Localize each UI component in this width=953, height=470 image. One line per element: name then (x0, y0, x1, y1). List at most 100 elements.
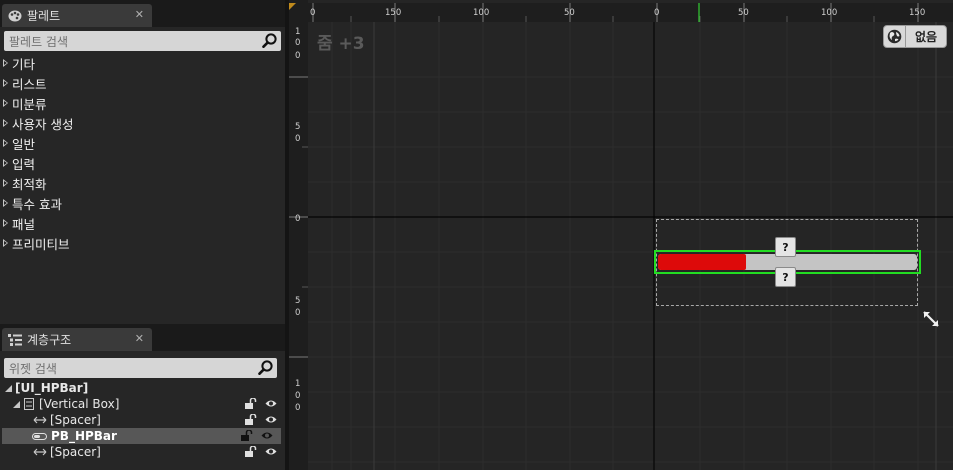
visibility-eye-icon[interactable] (265, 398, 277, 409)
progress-bar-fill (658, 254, 747, 270)
ruler-tick-label: 0 (310, 8, 315, 18)
ruler-tick-label: 50 (738, 8, 749, 18)
designer-viewport[interactable]: 0 150 100 50 0 50 100 150 1 0 0 5 0 0 5 … (289, 0, 953, 470)
ruler-tick-label: 1 (295, 27, 300, 37)
palette-tab[interactable]: 팔레트 ✕ (2, 4, 152, 27)
palette-category-label: 최적화 (12, 176, 47, 192)
zoom-level-label: 줌 +3 (317, 34, 365, 54)
dpi-scale-label: 없음 (914, 30, 938, 44)
tree-row-label: [Spacer] (50, 445, 101, 459)
palette-category-label: 특수 효과 (12, 196, 62, 212)
tree-row-pb-hpbar[interactable]: PB_HPBar (2, 428, 281, 444)
expand-arrow-icon (3, 219, 8, 227)
ruler-tick-label: 100 (821, 8, 837, 18)
unlock-icon[interactable] (245, 446, 257, 457)
collapse-arrow-icon (5, 384, 12, 392)
ruler-tick-label: 150 (385, 8, 401, 18)
expand-arrow-icon (3, 179, 8, 187)
palette-category-label: 프리미티브 (12, 236, 70, 252)
tree-row-spacer[interactable]: [Spacer] (0, 444, 285, 460)
dpi-scale-button[interactable]: 없음 (883, 25, 947, 48)
row-tools (245, 398, 277, 409)
expand-arrow-icon (3, 59, 8, 67)
palette-category-label: 일반 (12, 136, 36, 152)
tree-row-vertical-box[interactable]: [Vertical Box] (0, 396, 285, 412)
visibility-eye-icon[interactable] (261, 430, 273, 441)
widget-search-placeholder: 위젯 검색 (9, 361, 57, 376)
tree-row-label: [Vertical Box] (39, 397, 120, 411)
tree-row-label: PB_HPBar (51, 429, 117, 443)
palette-category[interactable]: 입력 (0, 153, 285, 173)
palette-category-label: 리스트 (12, 76, 47, 92)
visibility-eye-icon[interactable] (265, 414, 277, 425)
expand-arrow-icon (3, 119, 8, 127)
palette-search-placeholder: 팔레트 검색 (9, 34, 69, 49)
ruler-tick-label: 5 (295, 122, 300, 132)
palette-category[interactable]: 패널 (0, 213, 285, 233)
horizontal-ruler: 0 150 100 50 0 50 100 150 (308, 3, 953, 22)
palette-category-list: 기타 리스트 미분류 사용자 생성 일반 입력 최적화 특수 효과 패널 프리미… (0, 53, 285, 253)
unlock-icon[interactable] (245, 414, 257, 425)
expand-arrow-icon (3, 99, 8, 107)
hierarchy-tab[interactable]: 계층구조 ✕ (2, 328, 152, 351)
widget-search-input[interactable]: 위젯 검색 (4, 358, 277, 378)
tree-row-label: [UI_HPBar] (15, 381, 89, 395)
palette-category[interactable]: 미분류 (0, 93, 285, 113)
palette-category-label: 기타 (12, 56, 36, 72)
hierarchy-tabstrip: 계층구조 ✕ (0, 324, 285, 351)
design-canvas[interactable]: 줌 +3 없음 ? ? (308, 22, 953, 470)
expand-arrow-icon (3, 199, 8, 207)
resize-handle-icon[interactable] (921, 309, 941, 329)
palette-category[interactable]: 기타 (0, 53, 285, 73)
globe-icon (884, 26, 906, 47)
palette-category-label: 사용자 생성 (12, 116, 74, 132)
ruler-corner (289, 0, 308, 22)
palette-category[interactable]: 사용자 생성 (0, 113, 285, 133)
spacer-icon (33, 448, 47, 456)
vertical-ruler: 1 0 0 5 0 0 5 0 1 0 0 (289, 22, 308, 470)
row-tools (245, 446, 277, 457)
hierarchy-icon (8, 333, 22, 346)
palette-category-label: 입력 (12, 156, 36, 172)
palette-category[interactable]: 프리미티브 (0, 233, 285, 253)
ruler-tick-label: 100 (473, 8, 489, 18)
anchor-bottom-handle[interactable]: ? (775, 267, 796, 287)
palette-search-input[interactable]: 팔레트 검색 (4, 31, 281, 51)
ruler-tick-label: 0 (654, 8, 659, 18)
ruler-tick-label: 50 (564, 8, 575, 18)
unlock-icon[interactable] (241, 430, 253, 441)
palette-category[interactable]: 최적화 (0, 173, 285, 193)
row-tools (245, 414, 277, 425)
expand-arrow-icon (3, 79, 8, 87)
ruler-tick-label: 0 (295, 214, 300, 224)
palette-category-label: 패널 (12, 216, 36, 232)
tree-row-spacer[interactable]: [Spacer] (0, 412, 285, 428)
ruler-tick-label: 0 (295, 308, 300, 318)
ruler-tick-label: 5 (295, 296, 300, 306)
close-icon[interactable]: ✕ (135, 8, 144, 21)
expand-arrow-icon (3, 239, 8, 247)
hierarchy-panel: 계층구조 ✕ 위젯 검색 [UI_HPBar] [Vertical Box] [… (0, 324, 285, 470)
hierarchy-tab-label: 계층구조 (27, 333, 72, 347)
expand-arrow-icon (3, 159, 8, 167)
palette-category[interactable]: 특수 효과 (0, 193, 285, 213)
search-icon (262, 33, 277, 48)
ruler-tick-label: 0 (295, 51, 300, 61)
palette-category[interactable]: 리스트 (0, 73, 285, 93)
umg-editor: 팔레트 ✕ 팔레트 검색 기타 리스트 미분류 사용자 생성 일반 입력 최적화… (0, 0, 953, 470)
ruler-tick-label: 150 (909, 8, 925, 18)
search-icon (258, 360, 273, 375)
visibility-eye-icon[interactable] (265, 446, 277, 457)
palette-tab-label: 팔레트 (27, 9, 61, 23)
palette-tabstrip: 팔레트 ✕ (0, 0, 285, 27)
anchor-top-handle[interactable]: ? (775, 237, 796, 257)
unlock-icon[interactable] (245, 398, 257, 409)
close-icon[interactable]: ✕ (135, 332, 144, 345)
palette-category[interactable]: 일반 (0, 133, 285, 153)
tree-row-root[interactable]: [UI_HPBar] (0, 380, 285, 396)
widget-tree: [UI_HPBar] [Vertical Box] [Spacer] PB_HP… (0, 380, 285, 460)
row-tools (241, 430, 273, 441)
ruler-tick-label: 0 (295, 38, 300, 48)
vertical-box-icon (24, 398, 34, 410)
palette-icon (8, 10, 22, 22)
